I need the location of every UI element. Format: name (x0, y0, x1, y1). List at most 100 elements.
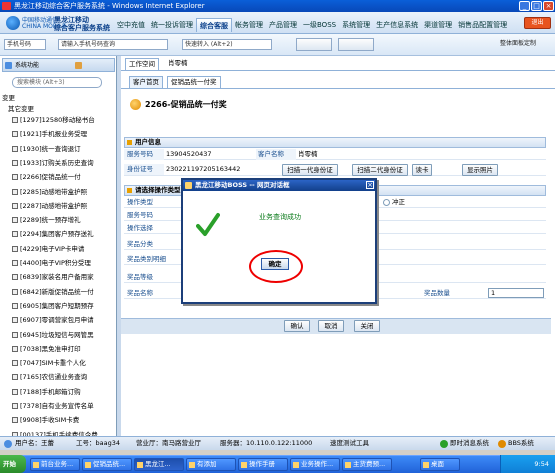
minimize-button[interactable]: _ (519, 1, 530, 11)
dialog-title: 黑龙江移动BOSS -- 网页对话框 (195, 181, 290, 189)
favorites-icon[interactable] (75, 62, 82, 69)
success-dialog (181, 178, 377, 304)
tree-item[interactable]: [6839]家装名用户备用家 (12, 272, 114, 282)
tree-item[interactable]: [6905]集团客户短期预存 (12, 301, 114, 311)
tab-workspace[interactable]: 工作空间 (125, 58, 159, 70)
tree-item[interactable]: [2285]动感地带盒护照 (12, 187, 114, 197)
tree-root[interactable]: 变更 (2, 93, 114, 103)
module-icon (12, 302, 18, 309)
toolbar-button-b[interactable] (338, 38, 374, 51)
tree-item[interactable]: [6907]零调营家包月申请 (12, 315, 114, 325)
status-server: 服务器：10.110.0.122:11000 (220, 439, 313, 447)
tree-item[interactable]: [1921]手机报业务受理 (12, 129, 114, 139)
reversal-radio[interactable] (383, 199, 390, 206)
tree-item[interactable]: [7188]手机邮箱订购 (12, 387, 114, 397)
op-choice-label: 操作选择 (127, 224, 153, 232)
module-icon (12, 260, 18, 266)
tree-item[interactable]: [7038]黑免准申打印 (12, 344, 114, 354)
tree-item[interactable]: [2266]促销品统一付 (12, 172, 114, 182)
panel-customize-link[interactable]: 整体面板定制 (490, 38, 546, 51)
im-system-link[interactable]: 即时消息系统 (450, 437, 489, 450)
nav-item[interactable]: 系统管理 (339, 18, 373, 32)
tree-item[interactable]: [9908]手收SIM卡费 (12, 415, 114, 425)
nav-item[interactable]: 销售品配置管理 (455, 18, 510, 32)
maximize-button[interactable]: □ (531, 1, 542, 11)
taskbar-item[interactable]: 操作手册 (238, 458, 288, 471)
nav-item[interactable]: 一级BOSS (300, 18, 339, 32)
nav-item[interactable]: 生产信息系统 (373, 18, 421, 32)
taskbar-item[interactable]: 主货费预... (342, 458, 392, 471)
tab-customer-home[interactable]: 客户首页 (129, 76, 163, 88)
nav-item[interactable]: 产品管理 (266, 18, 300, 32)
taskbar-item[interactable]: 桌面 (420, 458, 460, 471)
module-icon (12, 403, 18, 409)
page-icon (130, 99, 141, 110)
tree-item-label: [6945]垃圾短信与网管黑 (20, 330, 94, 339)
nav-item[interactable]: 帐务管理 (232, 18, 266, 32)
tree-item-label: [2287]动感地带盒护照 (20, 201, 88, 210)
tree-item[interactable]: [4229]电子VIP卡申请 (12, 244, 114, 254)
nav-item[interactable]: 空中充值 (114, 18, 148, 32)
module-icon (12, 374, 18, 381)
tree-item-label: [6905]集团客户短期预存 (20, 301, 94, 310)
tree-item-label: [2266]促销品统一付 (20, 173, 81, 182)
prize-level-label: 奖品等级 (127, 273, 153, 281)
tree-item[interactable]: [7165]农信通业务查询 (12, 372, 114, 382)
tree-item[interactable]: [6842]新版促销品统一付 (12, 287, 114, 297)
id-number-value: 230221197205163442 (166, 165, 241, 173)
nav-item[interactable]: 渠道管理 (421, 18, 455, 32)
reversal-radio-label: 冲正 (392, 198, 405, 206)
taskbar-item[interactable]: 黑龙江... (134, 458, 184, 471)
module-icon (12, 360, 18, 367)
dialog-close-button[interactable]: × (366, 181, 374, 189)
number-type-select[interactable]: 手机号码 (4, 39, 46, 50)
scan-id-v1-button[interactable]: 扫描一代身份证 (282, 164, 338, 176)
dialog-ok-button[interactable]: 确定 (261, 258, 289, 270)
close-button[interactable]: 关闭 (354, 320, 380, 332)
tree-item[interactable]: [6945]垃圾短信与网管黑 (12, 330, 114, 340)
tree-item[interactable]: [7047]SIM卡重个人化 (12, 358, 114, 368)
tray-clock: 9:54 (534, 460, 549, 468)
start-button[interactable]: 开始 (0, 455, 26, 473)
confirm-button[interactable]: 确认 (284, 320, 310, 332)
tab-user[interactable]: 肖零楠 (165, 58, 191, 70)
system-function-tab[interactable]: 系统功能 (15, 60, 39, 71)
read-card-button[interactable]: 读卡 (412, 164, 432, 176)
phone-number-input[interactable]: 请输入手机号码查询 (58, 39, 168, 50)
quick-jump-input[interactable]: 快速转入 (Alt+2) (182, 39, 272, 50)
tree-item[interactable]: [1933]订购关系历史查询 (12, 158, 114, 168)
speed-test-link[interactable]: 速度测试工具 (330, 437, 369, 450)
taskbar-item[interactable]: 有添加 (186, 458, 236, 471)
close-window-button[interactable]: × (543, 1, 554, 11)
tree-item[interactable]: [2287]动感地带盒护照 (12, 201, 114, 211)
tree-item[interactable]: [2294]集团客户预存送礼 (12, 229, 114, 239)
prize-name-label: 奖品名称 (127, 289, 153, 297)
taskbar-item[interactable]: 业务操作... (290, 458, 340, 471)
prize-quantity-input[interactable]: 1 (488, 288, 544, 298)
tree-item[interactable]: [4400]电子VIP积分受理 (12, 258, 114, 268)
taskbar-item[interactable]: 促销品统... (82, 458, 132, 471)
tab-promo-reward[interactable]: 促销品统一付奖 (167, 76, 221, 88)
tree-item[interactable]: [7378]自有业务宣传名单 (12, 401, 114, 411)
module-icon (12, 288, 18, 295)
module-search-input[interactable]: 搜索模块 (Alt+3) (12, 77, 102, 88)
nav-item[interactable]: 综合客服 (196, 18, 232, 32)
scan-id-v2-button[interactable]: 扫描二代身份证 (352, 164, 408, 176)
tree-item[interactable]: [1297]12580移动秘书台 (12, 115, 114, 125)
tree-item[interactable]: [2289]统一预存增礼 (12, 215, 114, 225)
tree-item-label: [9908]手收SIM卡费 (20, 416, 80, 425)
module-icon (12, 174, 18, 181)
tree-item[interactable]: [1930]统一查询退订 (12, 144, 114, 154)
tree-group-other-changes[interactable]: 其它变更 (8, 104, 114, 114)
toolbar-button-a[interactable] (296, 38, 332, 51)
tree-item-label: [4229]电子VIP卡申请 (20, 244, 85, 253)
cancel-button[interactable]: 取消 (318, 320, 344, 332)
exit-button[interactable]: 退出 (524, 17, 551, 29)
nav-item[interactable]: 统一投诉管理 (148, 18, 196, 32)
show-photo-button[interactable]: 显示照片 (462, 164, 498, 176)
dialog-message: 业务查询成功 (259, 213, 301, 221)
taskbar-item[interactable]: 前台业务... (30, 458, 80, 471)
main-nav: 空中充值 统一投诉管理 综合客服 帐务管理 产品管理 一级BOSS 系统管理 生产信息系统 渠道… (114, 18, 510, 32)
tree-item-label: [1297]12580移动秘书台 (20, 116, 95, 124)
bbs-system-link[interactable]: BBS系统 (508, 437, 534, 450)
